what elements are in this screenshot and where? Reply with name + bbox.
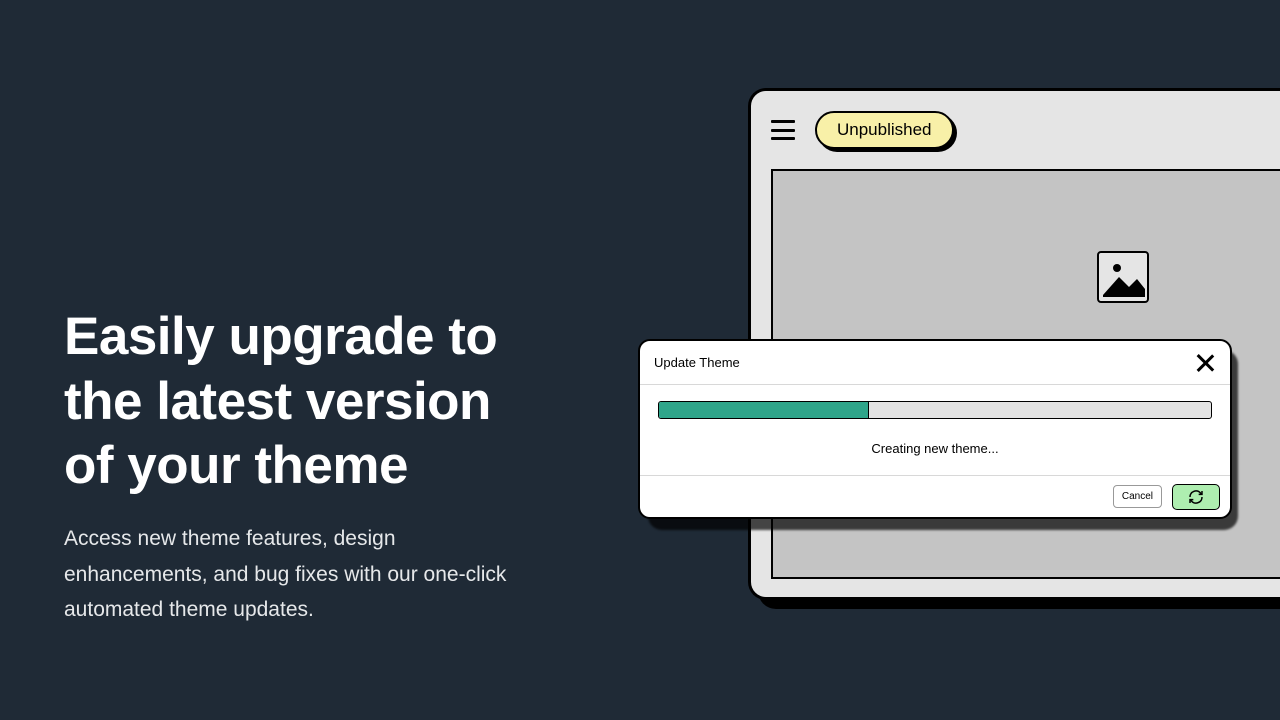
hamburger-icon[interactable]	[771, 120, 795, 140]
modal-footer: Cancel	[640, 475, 1230, 517]
progress-fill	[659, 402, 869, 418]
close-icon[interactable]	[1194, 352, 1216, 374]
progress-status-text: Creating new theme...	[871, 441, 998, 456]
publish-status-pill[interactable]: Unpublished	[815, 111, 954, 149]
modal-body: Creating new theme...	[640, 385, 1230, 475]
image-placeholder-icon	[1097, 251, 1149, 303]
marketing-heading: Easily upgrade to the latest version of …	[64, 305, 544, 499]
refresh-icon	[1188, 489, 1204, 505]
modal-title: Update Theme	[654, 355, 740, 370]
cancel-button-label: Cancel	[1122, 491, 1153, 502]
cancel-button[interactable]: Cancel	[1113, 485, 1162, 508]
app-topbar: Unpublished	[751, 91, 1280, 169]
marketing-subheading: Access new theme features, design enhanc…	[64, 521, 544, 628]
modal-header: Update Theme	[640, 341, 1230, 385]
update-theme-modal: Update Theme Creating new theme... Cance…	[638, 339, 1232, 519]
refresh-button[interactable]	[1172, 484, 1220, 510]
progress-bar	[658, 401, 1212, 419]
publish-status-label: Unpublished	[837, 120, 932, 139]
marketing-copy: Easily upgrade to the latest version of …	[64, 305, 544, 628]
